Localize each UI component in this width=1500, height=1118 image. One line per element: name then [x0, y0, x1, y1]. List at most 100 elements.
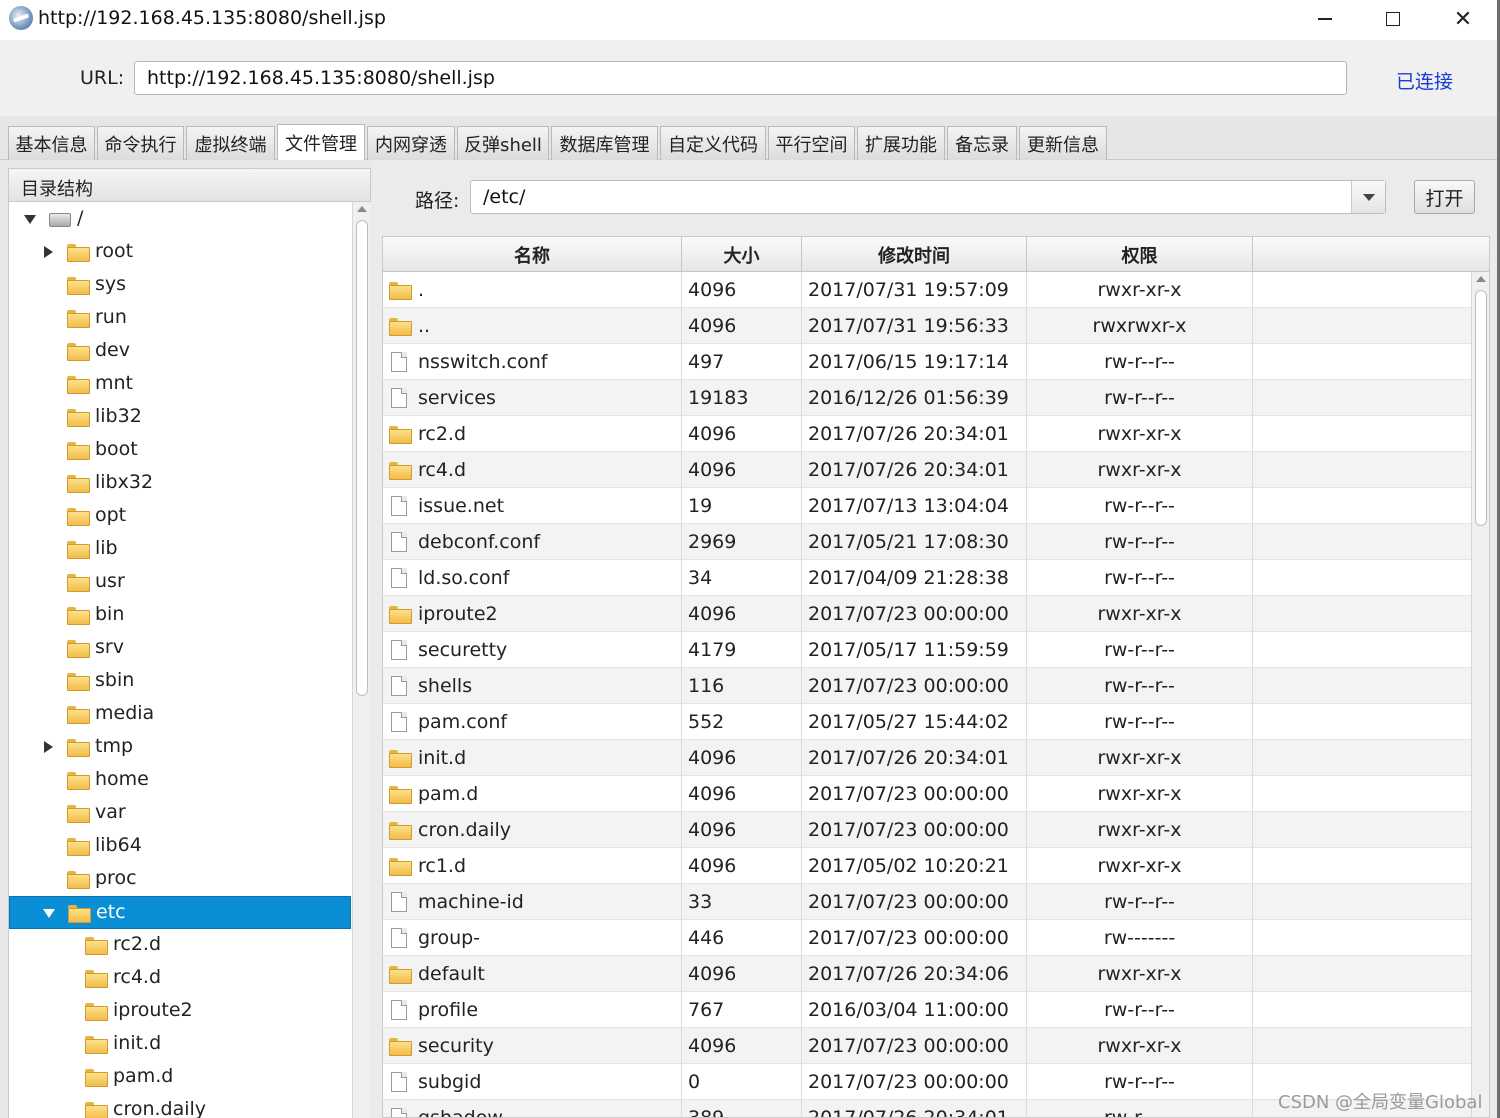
close-button[interactable]: ✕ [1428, 0, 1498, 38]
table-row[interactable]: init.d 4096 2017/07/26 20:34:01 rwxr-xr-x [383, 740, 1471, 776]
tab-11[interactable]: 更新信息 [1019, 126, 1107, 160]
cell-name[interactable]: pam.conf [383, 704, 682, 740]
tree-item[interactable]: rc2.d [9, 929, 351, 962]
table-row[interactable]: rc1.d 4096 2017/05/02 10:20:21 rwxr-xr-x [383, 848, 1471, 884]
path-dropdown-button[interactable] [1351, 181, 1385, 213]
tree-scrollbar[interactable] [352, 202, 371, 1118]
tree-item[interactable]: var [9, 797, 351, 830]
tree-item[interactable]: sys [9, 269, 351, 302]
table-row[interactable]: nsswitch.conf 497 2017/06/15 19:17:14 rw-r-… [383, 344, 1471, 380]
tab-4[interactable]: 内网穿透 [367, 126, 455, 160]
tree-item[interactable]: tmp [9, 731, 351, 764]
tree-scroll-thumb[interactable] [356, 220, 368, 696]
column-header-mtime[interactable]: 修改时间 [802, 237, 1027, 272]
table-row[interactable]: cron.daily 4096 2017/07/23 00:00:00 rwxr-xr… [383, 812, 1471, 848]
tree-item[interactable]: home [9, 764, 351, 797]
table-row[interactable]: pam.conf 552 2017/05/27 15:44:02 rw-r--r-- [383, 704, 1471, 740]
cell-name[interactable]: rc2.d [383, 416, 682, 452]
tree-item[interactable]: libx32 [9, 467, 351, 500]
tree-item[interactable]: proc [9, 863, 351, 896]
minimize-button[interactable] [1290, 0, 1360, 38]
tree-item[interactable]: rc4.d [9, 962, 351, 995]
cell-name[interactable]: rc4.d [383, 452, 682, 488]
table-row[interactable]: shells 116 2017/07/23 00:00:00 rw-r--r-- [383, 668, 1471, 704]
table-row[interactable]: iproute2 4096 2017/07/23 00:00:00 rwxr-xr-x [383, 596, 1471, 632]
table-row[interactable]: issue.net 19 2017/07/13 13:04:04 rw-r--r-- [383, 488, 1471, 524]
table-scroll-thumb[interactable] [1475, 290, 1487, 526]
open-button[interactable]: 打开 [1414, 180, 1475, 214]
column-header-name[interactable]: 名称 [383, 237, 682, 272]
table-row[interactable]: . 4096 2017/07/31 19:57:09 rwxr-xr-x [383, 272, 1471, 308]
tab-9[interactable]: 扩展功能 [857, 126, 945, 160]
table-row[interactable]: rc2.d 4096 2017/07/26 20:34:01 rwxr-xr-x [383, 416, 1471, 452]
table-row[interactable]: rc4.d 4096 2017/07/26 20:34:01 rwxr-xr-x [383, 452, 1471, 488]
table-row[interactable]: .. 4096 2017/07/31 19:56:33 rwxrwxr-x [383, 308, 1471, 344]
cell-name[interactable]: init.d [383, 740, 682, 776]
tree-item[interactable]: lib64 [9, 830, 351, 863]
collapsed-arrow-icon[interactable] [44, 741, 53, 753]
cell-name[interactable]: default [383, 956, 682, 992]
tree-item[interactable]: boot [9, 434, 351, 467]
tree-item[interactable]: dev [9, 335, 351, 368]
cell-name[interactable]: services [383, 380, 682, 416]
tree-item[interactable]: run [9, 302, 351, 335]
cell-name[interactable]: machine-id [383, 884, 682, 920]
tree-item[interactable]: bin [9, 599, 351, 632]
tab-3[interactable]: 文件管理 [277, 124, 365, 161]
table-row[interactable]: pam.d 4096 2017/07/23 00:00:00 rwxr-xr-x [383, 776, 1471, 812]
column-header-size[interactable]: 大小 [682, 237, 802, 272]
cell-name[interactable]: . [383, 272, 682, 308]
scroll-up-icon[interactable] [1476, 276, 1486, 282]
cell-name[interactable]: shells [383, 668, 682, 704]
tab-0[interactable]: 基本信息 [8, 126, 95, 160]
tab-10[interactable]: 备忘录 [947, 126, 1017, 160]
cell-name[interactable]: issue.net [383, 488, 682, 524]
tree-item[interactable]: mnt [9, 368, 351, 401]
tree-item[interactable]: opt [9, 500, 351, 533]
tree-item[interactable]: srv [9, 632, 351, 665]
tree-item[interactable]: root [9, 236, 351, 269]
tab-8[interactable]: 平行空间 [768, 126, 855, 160]
expanded-arrow-icon[interactable] [24, 215, 36, 224]
connection-status-link[interactable]: 已连接 [1396, 67, 1453, 94]
cell-name[interactable]: cron.daily [383, 812, 682, 848]
tab-2[interactable]: 虚拟终端 [186, 126, 275, 160]
cell-name[interactable]: security [383, 1028, 682, 1064]
tree-item[interactable]: media [9, 698, 351, 731]
path-combobox[interactable]: /etc/ [470, 180, 1386, 214]
path-value[interactable]: /etc/ [483, 186, 525, 208]
cell-name[interactable]: ld.so.conf [383, 560, 682, 596]
table-row[interactable]: machine-id 33 2017/07/23 00:00:00 rw-r--r-- [383, 884, 1471, 920]
tree-item[interactable]: lib32 [9, 401, 351, 434]
table-row[interactable]: profile 767 2016/03/04 11:00:00 rw-r--r-- [383, 992, 1471, 1028]
table-row[interactable]: debconf.conf 2969 2017/05/21 17:08:30 rw-r-… [383, 524, 1471, 560]
tab-5[interactable]: 反弹shell [457, 126, 549, 160]
cell-name[interactable]: nsswitch.conf [383, 344, 682, 380]
tab-6[interactable]: 数据库管理 [551, 126, 658, 160]
tree-item[interactable]: lib [9, 533, 351, 566]
tree-item[interactable]: usr [9, 566, 351, 599]
maximize-button[interactable] [1358, 0, 1428, 38]
cell-name[interactable]: group- [383, 920, 682, 956]
table-row[interactable]: security 4096 2017/07/23 00:00:00 rwxr-xr-x [383, 1028, 1471, 1064]
tree-item[interactable]: sbin [9, 665, 351, 698]
cell-name[interactable]: rc1.d [383, 848, 682, 884]
cell-name[interactable]: profile [383, 992, 682, 1028]
table-scrollbar[interactable] [1471, 272, 1489, 1117]
table-row[interactable]: services 19183 2016/12/26 01:56:39 rw-r--r-… [383, 380, 1471, 416]
cell-name[interactable]: pam.d [383, 776, 682, 812]
cell-name[interactable]: subgid [383, 1064, 682, 1100]
tree-item[interactable]: init.d [9, 1028, 351, 1061]
column-header-permission[interactable]: 权限 [1027, 237, 1253, 272]
scroll-up-icon[interactable] [357, 206, 367, 212]
cell-name[interactable]: debconf.conf [383, 524, 682, 560]
tree-item[interactable]: / [9, 203, 351, 236]
tree-item[interactable]: pam.d [9, 1061, 351, 1094]
tab-7[interactable]: 自定义代码 [660, 126, 766, 160]
tab-1[interactable]: 命令执行 [97, 126, 184, 160]
table-row[interactable]: ld.so.conf 34 2017/04/09 21:28:38 rw-r--r-- [383, 560, 1471, 596]
collapsed-arrow-icon[interactable] [44, 246, 53, 258]
cell-name[interactable]: securetty [383, 632, 682, 668]
tree-item[interactable]: iproute2 [9, 995, 351, 1028]
expanded-arrow-icon[interactable] [43, 909, 55, 918]
